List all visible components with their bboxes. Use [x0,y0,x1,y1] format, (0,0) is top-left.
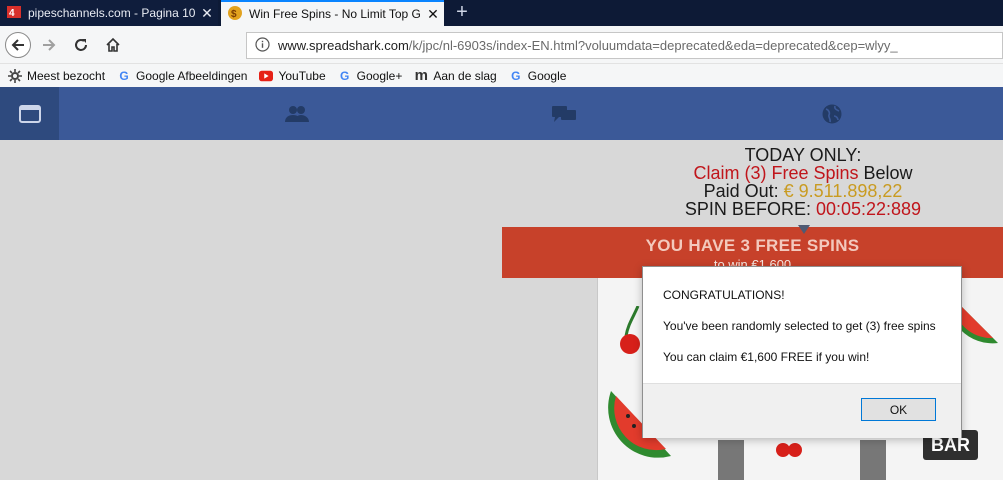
cherry-icon [773,438,803,458]
promo-paid-label: Paid Out: [703,181,784,201]
url-path: /k/jpc/nl-6903s/index-EN.html?voluumdata… [408,38,898,53]
new-tab-button[interactable]: + [450,0,474,26]
bookmark-label: Meest bezocht [27,68,106,83]
banner-pointer [798,225,810,234]
bookmark-aan-de-slag[interactable]: m Aan de slag [414,67,497,84]
bookmark-label: YouTube [278,68,326,83]
globe-icon[interactable] [820,103,844,125]
promo-paid-value: € 9.511.898,22 [783,181,903,201]
bookmark-label: Google [527,68,567,83]
tab-close-icon[interactable]: ✕ [422,6,444,23]
arrow-right-icon [43,39,56,51]
promo-paid-line: Paid Out: € 9.511.898,22 [598,182,1003,200]
tab-pipeschannels[interactable]: 4 pipeschannels.com - Pagina 10 ✕ [0,0,218,26]
back-button[interactable] [5,32,31,58]
m-icon: m [414,67,429,84]
friends-icon[interactable] [285,103,309,125]
promo-claim: Claim (3) Free Spins [693,163,859,183]
google-icon: G [119,68,129,83]
browser-window-icon [18,104,41,123]
bookmarks-bar: Meest bezocht G Google Afbeeldingen YouT… [0,64,1003,87]
banner-heading: YOU HAVE 3 FREE SPINS [645,236,860,255]
google-icon: G [511,68,521,83]
ok-button[interactable]: OK [861,398,936,421]
dialog-message: You've been randomly selected to get (3)… [663,319,936,333]
promo-claim-line: Claim (3) Free Spins Below [598,164,1003,182]
dialog-body: CONGRATULATIONS! You've been randomly se… [643,267,961,383]
site-nav-home[interactable] [0,87,59,140]
gear-icon [8,68,22,83]
reload-button[interactable] [68,32,94,58]
promo-spin-label: SPIN BEFORE: [684,199,816,219]
youtube-icon [259,69,274,83]
bookmark-google-afbeeldingen[interactable]: G Google Afbeeldingen [117,69,247,83]
tab-title: Win Free Spins - No Limit Top G [249,7,421,21]
reload-icon [75,39,87,51]
url-domain: www.spreadshark.com [278,38,409,53]
google-icon: G [339,68,350,83]
dialog-footer: OK [643,383,961,438]
promo-spin-line: SPIN BEFORE: 00:05:22:889 [598,200,1003,218]
address-bar[interactable]: www.spreadshark.com/k/jpc/nl-6903s/index… [246,32,1003,59]
tab-title: pipeschannels.com - Pagina 10 [28,6,196,20]
bookmark-google[interactable]: G Google [509,68,567,83]
slot-favicon-icon: $ [227,5,243,24]
url-text[interactable]: www.spreadshark.com/k/jpc/nl-6903s/index… [278,38,898,53]
tab-win-free-spins[interactable]: $ Win Free Spins - No Limit Top G ✕ [221,0,444,26]
dialog-title: CONGRATULATIONS! [663,288,785,302]
svg-text:$: $ [231,9,237,20]
bookmark-label: Aan de slag [433,68,497,83]
reel-divider [718,440,744,480]
bookmark-youtube[interactable]: YouTube [259,68,326,83]
promo-header: TODAY ONLY: Claim (3) Free Spins Below P… [598,146,1003,218]
home-icon [106,37,120,52]
alert-dialog: CONGRATULATIONS! You've been randomly se… [642,266,962,438]
forward-button[interactable] [36,32,62,58]
site-nav-bar [0,87,1003,140]
dialog-message: You can claim €1,600 FREE if you win! [663,350,870,364]
bookmark-label: Google+ [356,68,403,83]
bookmark-google-plus[interactable]: G Google+ [338,68,403,83]
tab-strip: 4 pipeschannels.com - Pagina 10 ✕ $ Win … [0,0,1003,26]
svg-text:4: 4 [9,8,15,19]
pipeschannels-favicon-icon: 4 [6,4,22,23]
countdown-timer: 00:05:22:889 [815,199,922,219]
bookmark-meest-bezocht[interactable]: Meest bezocht [8,68,106,83]
arrow-left-icon [11,39,24,51]
reel-divider [860,440,886,480]
info-icon[interactable] [255,36,270,55]
navigation-bar: www.spreadshark.com/k/jpc/nl-6903s/index… [0,26,1003,64]
home-button[interactable] [100,32,126,58]
bookmark-label: Google Afbeeldingen [136,68,248,83]
promo-today: TODAY ONLY: [744,145,862,165]
messages-icon[interactable] [552,103,576,125]
promo-below: Below [858,163,913,183]
tab-close-icon[interactable]: ✕ [196,5,218,22]
